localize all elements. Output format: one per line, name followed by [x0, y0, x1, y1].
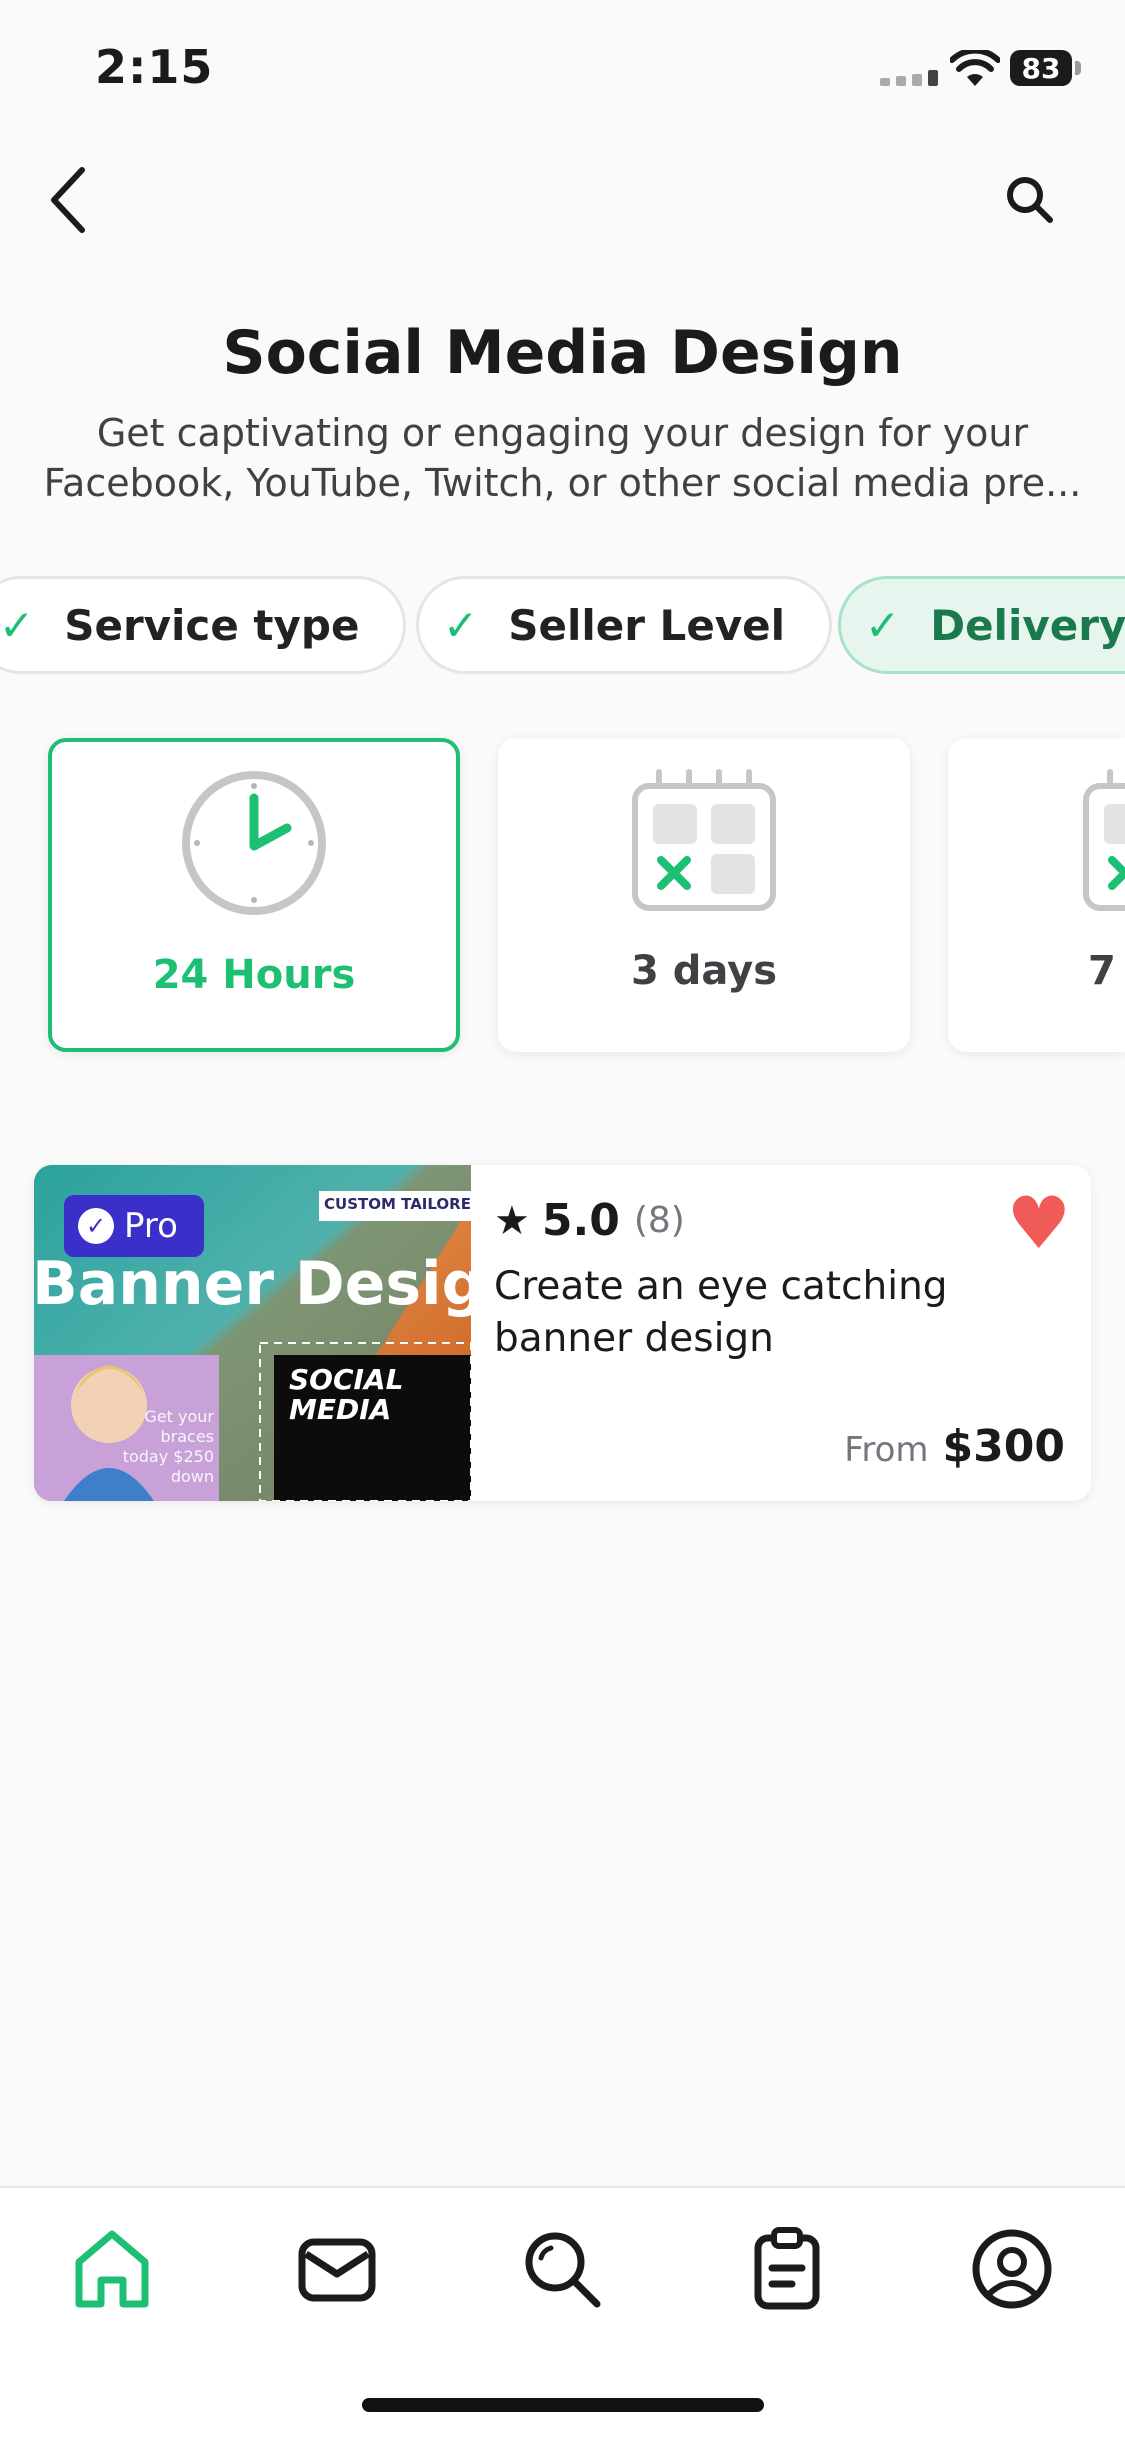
wifi-icon — [949, 47, 1001, 92]
pro-badge-label: Pro — [124, 1206, 178, 1246]
price-prefix: From — [844, 1430, 929, 1470]
search-button[interactable] — [1000, 170, 1060, 230]
review-count: (8) — [633, 1200, 685, 1241]
page-subtitle: Get captivating or engaging your design … — [43, 411, 1082, 505]
filter-chip-delivery[interactable]: ✓ Delivery — [838, 576, 1125, 674]
filter-chip-label: Delivery — [930, 600, 1125, 650]
status-time: 2:15 — [95, 40, 214, 94]
thumbnail-headline: Banner Design — [34, 1249, 471, 1319]
clipboard-icon — [754, 2227, 820, 2310]
pro-badge: ✓ Pro — [64, 1195, 204, 1257]
verified-check-icon: ✓ — [78, 1208, 114, 1244]
star-icon: ★ — [494, 1197, 530, 1244]
calendar-icon — [632, 769, 776, 911]
check-icon: ✓ — [443, 600, 479, 650]
nav-profile[interactable] — [967, 2224, 1057, 2314]
delivery-option-label: 3 days — [630, 948, 778, 994]
delivery-option-label: 24 Hours — [152, 952, 356, 998]
clock-icon — [182, 771, 326, 915]
check-icon: ✓ — [0, 600, 35, 650]
back-button[interactable] — [40, 160, 100, 240]
check-icon: ✓ — [865, 600, 901, 650]
calendar-icon — [1083, 769, 1125, 911]
filter-chip-label: Service type — [64, 600, 360, 650]
nav-home[interactable] — [67, 2224, 157, 2314]
gig-rating: ★ 5.0 (8) — [494, 1195, 685, 1246]
delivery-option-24-hours[interactable]: 24 Hours — [48, 738, 460, 1052]
rating-score: 5.0 — [541, 1195, 620, 1246]
nav-orders[interactable] — [742, 2224, 832, 2314]
mail-icon — [298, 2238, 376, 2302]
gig-price: From $300 — [844, 1421, 1065, 1472]
cellular-signal-icon — [880, 70, 938, 86]
gig-title[interactable]: Create an eye catching banner design — [494, 1261, 1034, 1365]
gig-card[interactable]: CUSTOM TAILORED Banner Design SOCIAL MED… — [34, 1165, 1091, 1501]
bottom-navigation — [0, 2186, 1125, 2438]
delivery-option-7-days[interactable]: 7 — [948, 738, 1125, 1052]
home-indicator — [362, 2398, 764, 2412]
delivery-option-3-days[interactable]: 3 days — [498, 738, 910, 1052]
price-value: $300 — [942, 1421, 1065, 1472]
thumbnail-poster-text: SOCIAL MEDIA — [289, 1363, 404, 1426]
battery-tip — [1075, 61, 1081, 75]
delivery-option-label: 7 — [1088, 948, 1116, 994]
home-icon — [75, 2230, 149, 2308]
thumbnail-ad-text: Get your braces today $250 down — [122, 1407, 214, 1486]
battery-indicator: 83 — [1010, 50, 1072, 86]
search-icon — [1007, 177, 1053, 223]
filter-chip-label: Seller Level — [508, 600, 786, 650]
thumbnail-tag: CUSTOM TAILORED — [324, 1195, 471, 1213]
gig-thumbnail[interactable]: CUSTOM TAILORED Banner Design SOCIAL MED… — [34, 1165, 471, 1501]
chevron-left-icon — [51, 167, 85, 233]
profile-icon — [972, 2229, 1052, 2309]
nav-inbox[interactable] — [292, 2224, 382, 2314]
nav-search[interactable] — [517, 2224, 607, 2314]
favorite-heart-icon[interactable]: ♥ — [1006, 1187, 1071, 1259]
filter-chip-seller-level[interactable]: ✓ Seller Level — [416, 576, 833, 674]
filter-chip-service-type[interactable]: ✓ Service type — [0, 576, 407, 674]
search-icon — [525, 2232, 601, 2308]
page-title: Social Media Design — [222, 318, 903, 388]
